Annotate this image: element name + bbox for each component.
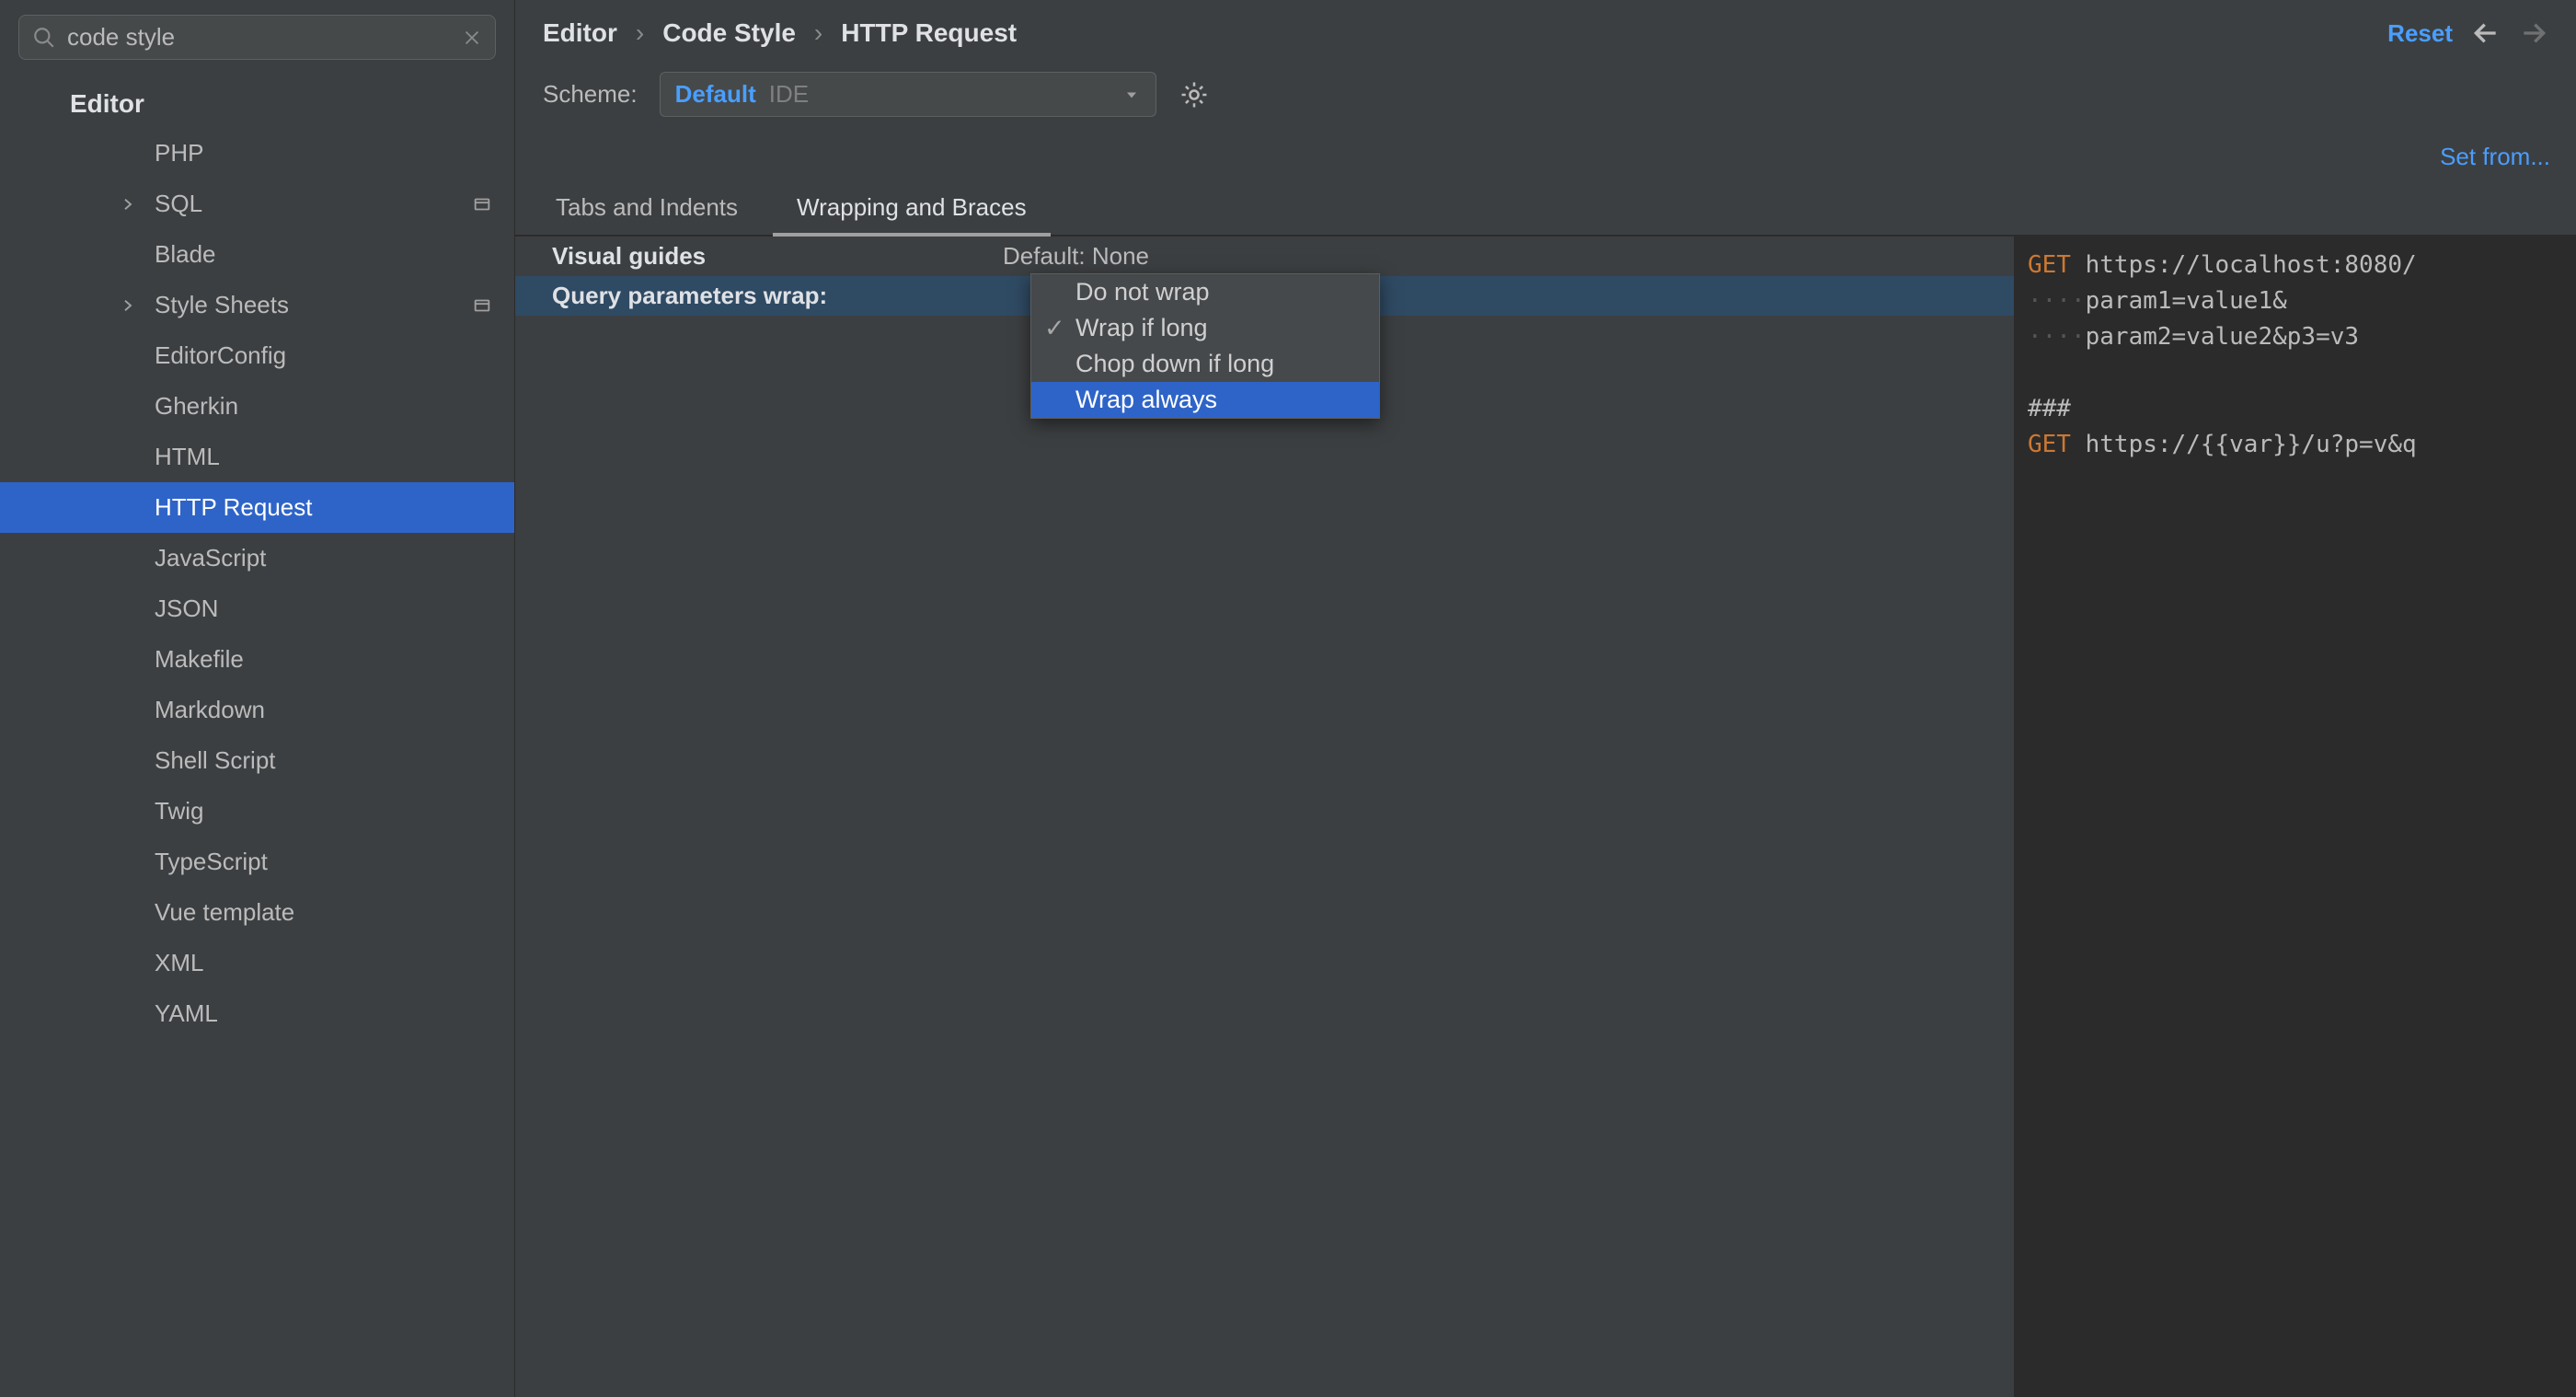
code-preview: GET https://localhost:8080/ ····param1=v… bbox=[2015, 237, 2576, 1397]
chevron-right-icon[interactable] bbox=[120, 196, 136, 213]
sidebar-item-label: Vue template bbox=[155, 898, 294, 927]
sidebar-item-javascript[interactable]: JavaScript bbox=[0, 533, 514, 583]
sidebar-item-label: Makefile bbox=[155, 645, 244, 674]
scheme-row: Scheme: Default IDE bbox=[515, 66, 2576, 133]
sidebar-item-php[interactable]: PHP bbox=[0, 128, 514, 179]
setfrom-row: Set from... bbox=[515, 133, 2576, 184]
settings-search-box[interactable] bbox=[18, 15, 496, 60]
sidebar-item-label: Twig bbox=[155, 797, 203, 826]
sidebar-item-label: XML bbox=[155, 949, 203, 977]
check-icon: ✓ bbox=[1044, 314, 1065, 342]
dropdown-item[interactable]: Wrap always bbox=[1031, 382, 1379, 418]
sidebar-item-vue-template[interactable]: Vue template bbox=[0, 887, 514, 938]
dropdown-item-label: Chop down if long bbox=[1075, 350, 1274, 377]
breadcrumb: Editor › Code Style › HTTP Request bbox=[543, 18, 1017, 48]
sidebar-tree: PHP SQL Blade Style Sheets EditorConfig Gherk… bbox=[0, 128, 514, 1039]
set-from-link[interactable]: Set from... bbox=[2440, 143, 2550, 171]
main-panel: Editor › Code Style › HTTP Request Reset… bbox=[515, 0, 2576, 1397]
dropdown-item-label: Wrap always bbox=[1075, 386, 1217, 413]
sidebar-item-style-sheets[interactable]: Style Sheets bbox=[0, 280, 514, 330]
sidebar-item-label: EditorConfig bbox=[155, 341, 286, 370]
sidebar-item-label: Style Sheets bbox=[155, 291, 289, 319]
sidebar-item-label: TypeScript bbox=[155, 848, 268, 876]
sidebar-item-shell-script[interactable]: Shell Script bbox=[0, 735, 514, 786]
settings-row-label: Visual guides bbox=[552, 242, 1003, 271]
sidebar-item-markdown[interactable]: Markdown bbox=[0, 685, 514, 735]
search-icon bbox=[32, 26, 56, 50]
scheme-select[interactable]: Default IDE bbox=[660, 72, 1156, 117]
tabs-bar: Tabs and Indents Wrapping and Braces bbox=[515, 184, 2576, 237]
clear-search-icon[interactable] bbox=[462, 28, 482, 48]
settings-row-value[interactable]: Default: None bbox=[1003, 242, 1149, 271]
sidebar-item-typescript[interactable]: TypeScript bbox=[0, 837, 514, 887]
settings-table: Visual guidesDefault: NoneQuery paramete… bbox=[515, 237, 2015, 1397]
tab-wrapping-and-braces[interactable]: Wrapping and Braces bbox=[789, 184, 1034, 235]
sidebar-item-label: PHP bbox=[155, 139, 203, 167]
dropdown-item[interactable]: Do not wrap bbox=[1031, 274, 1379, 310]
nav-forward-icon bbox=[2519, 18, 2548, 48]
settings-row-label: Query parameters wrap: bbox=[552, 282, 1003, 310]
sidebar-item-label: YAML bbox=[155, 999, 218, 1028]
sidebar-item-json[interactable]: JSON bbox=[0, 583, 514, 634]
sidebar-item-gherkin[interactable]: Gherkin bbox=[0, 381, 514, 432]
sidebar-item-http-request[interactable]: HTTP Request bbox=[0, 482, 514, 533]
breadcrumb-item[interactable]: Code Style bbox=[662, 18, 796, 48]
sidebar-item-xml[interactable]: XML bbox=[0, 938, 514, 988]
tab-tabs-and-indents[interactable]: Tabs and Indents bbox=[548, 184, 745, 235]
settings-row[interactable]: Visual guidesDefault: None bbox=[515, 237, 2014, 276]
chevron-down-icon bbox=[1122, 86, 1141, 104]
chevron-right-icon: › bbox=[814, 18, 822, 48]
breadcrumb-item[interactable]: HTTP Request bbox=[841, 18, 1017, 48]
sidebar-item-label: JavaScript bbox=[155, 544, 266, 572]
sidebar-item-label: HTML bbox=[155, 443, 220, 471]
dropdown-item-label: Wrap if long bbox=[1075, 314, 1208, 341]
sidebar-item-editorconfig[interactable]: EditorConfig bbox=[0, 330, 514, 381]
wrap-options-dropdown[interactable]: Do not wrap ✓ Wrap if long Chop down if lon… bbox=[1030, 273, 1380, 419]
nav-back-icon[interactable] bbox=[2471, 18, 2501, 48]
sidebar-item-sql[interactable]: SQL bbox=[0, 179, 514, 229]
sidebar-item-label: SQL bbox=[155, 190, 202, 218]
subpage-icon bbox=[472, 194, 492, 214]
sidebar-item-label: Markdown bbox=[155, 696, 265, 724]
sidebar-group-editor[interactable]: Editor bbox=[0, 73, 514, 128]
chevron-right-icon: › bbox=[636, 18, 644, 48]
settings-search-input[interactable] bbox=[67, 23, 451, 52]
settings-sidebar: Editor PHP SQL Blade Style Sheets EditorConf… bbox=[0, 0, 515, 1397]
sidebar-item-label: Blade bbox=[155, 240, 216, 269]
sidebar-item-label: Gherkin bbox=[155, 392, 238, 421]
sidebar-item-label: HTTP Request bbox=[155, 493, 312, 522]
dropdown-item[interactable]: ✓ Wrap if long bbox=[1031, 310, 1379, 346]
chevron-right-icon[interactable] bbox=[120, 297, 136, 314]
sidebar-item-html[interactable]: HTML bbox=[0, 432, 514, 482]
sidebar-item-label: Shell Script bbox=[155, 746, 276, 775]
sidebar-item-yaml[interactable]: YAML bbox=[0, 988, 514, 1039]
breadcrumb-item[interactable]: Editor bbox=[543, 18, 617, 48]
dropdown-item[interactable]: Chop down if long bbox=[1031, 346, 1379, 382]
sidebar-item-label: JSON bbox=[155, 595, 218, 623]
scheme-value-name: Default bbox=[675, 80, 756, 109]
dropdown-item-label: Do not wrap bbox=[1075, 278, 1210, 306]
scheme-value-scope: IDE bbox=[769, 80, 809, 109]
topbar: Editor › Code Style › HTTP Request Reset bbox=[515, 0, 2576, 66]
sidebar-item-twig[interactable]: Twig bbox=[0, 786, 514, 837]
reset-button[interactable]: Reset bbox=[2387, 19, 2453, 48]
subpage-icon bbox=[472, 295, 492, 316]
sidebar-item-makefile[interactable]: Makefile bbox=[0, 634, 514, 685]
sidebar-item-blade[interactable]: Blade bbox=[0, 229, 514, 280]
scheme-label: Scheme: bbox=[543, 80, 638, 109]
gear-icon[interactable] bbox=[1179, 79, 1210, 110]
